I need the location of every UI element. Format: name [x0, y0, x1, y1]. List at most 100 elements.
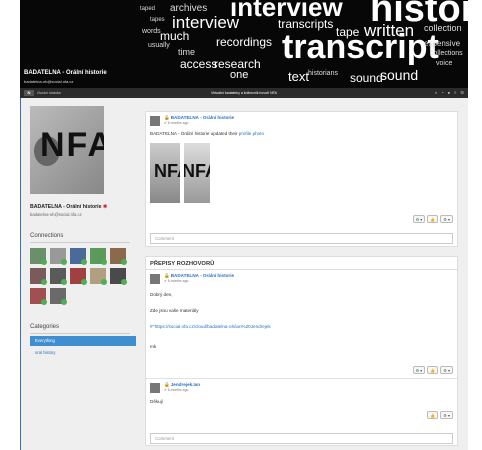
photo-logo-text: NFA — [154, 161, 180, 181]
profile-email: badatelna-oh@social.nfa.cz — [30, 212, 82, 217]
profile-name: BADATELNA - Orální historie ✱ — [30, 204, 138, 210]
menu-icon[interactable]: ≡ — [454, 90, 456, 95]
photo-thumbnail[interactable]: NFA — [150, 143, 180, 203]
connection-avatar[interactable] — [110, 268, 127, 285]
wordcloud-word: access — [180, 57, 218, 71]
reply-actions: 👍 ⚙ ▾ — [427, 411, 453, 419]
post-time: ✔ 6 months ago — [164, 121, 189, 125]
connection-avatar[interactable] — [30, 248, 47, 265]
reply-comment: 🔒Jendrejek.Ian ✔ 6 months ago Děkuji 👍 ⚙… — [146, 378, 457, 419]
wordcloud-word: collections — [430, 50, 463, 57]
banner-email: badatelna-oh@social.nfa.cz — [24, 79, 74, 84]
online-icon — [81, 259, 87, 265]
profile-avatar[interactable]: NFA — [30, 106, 104, 194]
post-link-line: #^https://social.nfa.cz/cloud/badatelna-… — [146, 316, 457, 332]
connection-avatar[interactable] — [90, 268, 107, 285]
asterisk-icon: ✱ — [102, 204, 108, 210]
post-header: 🔒BADATELNA - Orální historie ✔ 6 months … — [146, 270, 457, 286]
wordcloud-word: transcript — [282, 28, 439, 66]
options-dropdown-button[interactable]: ⚙ ▾ — [440, 411, 453, 419]
wordcloud-word: words — [142, 28, 161, 35]
wordcloud-word: recordings — [216, 35, 273, 49]
profile-name-text: BADATELNA - Orální historie — [30, 204, 102, 210]
post-card: 🔒BADATELNA - Orální historie ✔ 6 months … — [145, 111, 458, 247]
connections-title: Connections — [30, 233, 130, 243]
connection-avatar[interactable] — [90, 248, 107, 265]
post-author-name[interactable]: BADATELNA - Orální historie — [171, 273, 234, 278]
post-line: Zde jsou vaše materiály — [150, 308, 199, 313]
wordcloud-word: one — [230, 69, 249, 81]
connection-avatar[interactable] — [70, 268, 87, 285]
reply-header: 🔒Jendrejek.Ian ✔ 6 months ago — [146, 379, 457, 395]
online-icon — [121, 259, 127, 265]
connection-avatar[interactable] — [50, 248, 67, 265]
connection-avatar[interactable] — [30, 288, 47, 305]
wordcloud-word: sound — [350, 71, 383, 85]
settings-dropdown-button[interactable]: ⚙ ▾ — [412, 366, 426, 374]
site-title: Virtuální badatelny a knihovnik hovoří N… — [211, 91, 277, 95]
author-avatar[interactable] — [150, 116, 160, 126]
like-button[interactable]: 👍 — [427, 215, 439, 223]
online-icon — [61, 259, 67, 265]
online-icon — [121, 279, 127, 285]
comment-input[interactable]: Comment — [150, 233, 453, 244]
category-everything[interactable]: Everything — [30, 336, 136, 346]
post-time-text: 6 months ago — [167, 121, 189, 125]
settings-dropdown-button[interactable]: ⚙ ▾ — [412, 215, 426, 223]
photo-gallery: NFA NFA — [146, 139, 457, 203]
lock-icon: 🔒 — [164, 273, 170, 278]
nfa-logo-text: NFA — [40, 126, 104, 164]
page: taped archives interview history tapes i… — [0, 0, 482, 450]
top-navbar: N Úvodní stránka Virtuální badatelny a k… — [20, 88, 468, 98]
wordcloud-word: text — [288, 69, 309, 84]
connection-avatar[interactable] — [50, 288, 67, 305]
profile-banner: taped archives interview history tapes i… — [20, 0, 468, 88]
profile-sidebar: NFA BADATELNA - Orální historie ✱ badate… — [30, 106, 138, 358]
connection-avatar[interactable] — [110, 248, 127, 265]
connection-avatar[interactable] — [50, 268, 67, 285]
reply-author-name[interactable]: Jendrejek.Ian — [171, 382, 200, 387]
lock-icon: 🔒 — [164, 382, 170, 387]
post-body: BADATELNA - Orální historie updated thei… — [146, 128, 457, 139]
category-oral-history[interactable]: oral history — [30, 348, 136, 358]
bell-icon[interactable]: ◔ — [441, 90, 443, 95]
post-header: 🔒BADATELNA - Orální historie ✔ 6 months … — [146, 112, 457, 128]
connection-avatar[interactable] — [30, 268, 47, 285]
wordcloud-word: tapes — [150, 17, 165, 23]
online-icon — [81, 279, 87, 285]
wordcloud-word: sound — [380, 67, 419, 83]
post-author-name[interactable]: BADATELNA - Orální historie — [171, 115, 234, 120]
lock-icon: 🔒 — [164, 115, 170, 120]
reply-avatar[interactable] — [150, 383, 160, 393]
online-icon — [41, 259, 47, 265]
photo-logo-text: NFA — [184, 161, 210, 181]
group-post-card: PŘEPISY ROZHOVORŮ 🔒BADATELNA - Orální hi… — [145, 256, 458, 446]
comment-input[interactable]: Comment — [150, 433, 453, 444]
post-line: Dobrý den, — [150, 292, 173, 297]
settings-icon[interactable]: ☰ — [460, 90, 464, 95]
wordcloud-word: usually — [148, 42, 170, 49]
like-button[interactable]: 👍 — [427, 411, 439, 419]
post-actions: ⚙ ▾ 👍 ⚙ ▾ — [412, 366, 453, 374]
cloud-link[interactable]: #^https://social.nfa.cz/cloud/badatelna-… — [150, 324, 271, 329]
like-button[interactable]: 👍 — [427, 366, 439, 374]
options-dropdown-button[interactable]: ⚙ ▾ — [440, 215, 453, 223]
user-icon[interactable]: ● — [448, 90, 450, 95]
photo-thumbnail[interactable]: NFA — [184, 143, 210, 203]
connections-grid — [30, 248, 138, 305]
post-actions: ⚙ ▾ 👍 ⚙ ▾ — [412, 215, 453, 223]
connection-avatar[interactable] — [70, 248, 87, 265]
wordcloud-word: historians — [308, 70, 338, 77]
online-icon — [41, 279, 47, 285]
search-icon[interactable]: ⌕ — [435, 90, 437, 95]
author-avatar[interactable] — [150, 274, 160, 284]
online-icon — [101, 279, 107, 285]
reply-time: ✔ 6 months ago — [164, 388, 189, 392]
online-icon — [61, 279, 67, 285]
reply-time-text: 6 months ago — [167, 388, 189, 392]
group-title: PŘEPISY ROZHOVORŮ — [146, 257, 457, 270]
options-dropdown-button[interactable]: ⚙ ▾ — [440, 366, 453, 374]
banner-title: BADATELNA - Orální historie — [24, 70, 107, 76]
profile-photo-link[interactable]: profile photo — [239, 131, 264, 136]
post-time: ✔ 6 months ago — [164, 279, 189, 283]
